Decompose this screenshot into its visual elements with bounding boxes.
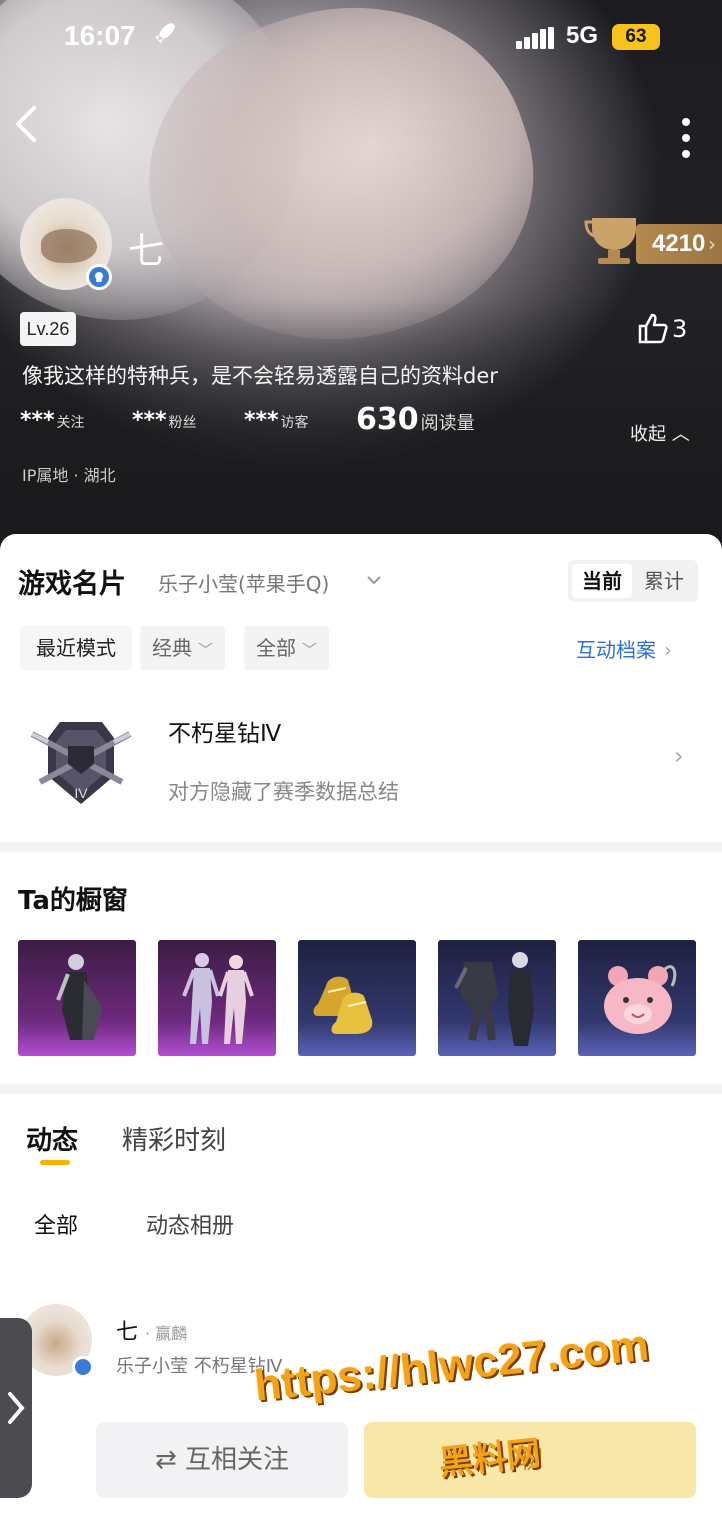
stat-value: 630 xyxy=(356,402,419,437)
subtab-album[interactable]: 动态相册 xyxy=(146,1208,234,1240)
bio-text: 像我这样的特种兵，是不会轻易透露自己的资料der xyxy=(22,364,498,388)
stats-row: *** 关注 *** 粉丝 *** 访客 630 阅读量 xyxy=(0,402,722,448)
tab-highlights[interactable]: 精彩时刻 xyxy=(122,1120,226,1157)
stat-value: *** xyxy=(20,408,55,433)
qq-badge-icon xyxy=(72,1356,94,1378)
outfit-dark-icon xyxy=(56,954,102,1040)
more-dot-icon xyxy=(682,118,690,126)
like-count: 3 xyxy=(672,315,688,343)
stat-label: 访客 xyxy=(280,415,309,431)
stat-reads: 630 阅读量 xyxy=(356,402,475,437)
showcase-item[interactable] xyxy=(298,940,416,1056)
level-badge: Lv.26 xyxy=(20,312,76,346)
chevron-down-icon: ﹀ xyxy=(198,641,214,659)
stat-label: 阅读量 xyxy=(420,413,475,434)
username: 七 xyxy=(128,231,165,272)
toggle-total[interactable]: 累计 xyxy=(634,564,694,598)
stat-value: *** xyxy=(244,408,279,433)
stat-following[interactable]: *** 关注 xyxy=(20,408,85,433)
chevron-down-icon xyxy=(367,576,381,585)
more-dot-icon xyxy=(682,134,690,142)
more-options-button[interactable] xyxy=(672,116,700,160)
chevron-up-icon: ︿ xyxy=(671,424,690,445)
recent-mode-label: 最近模式 xyxy=(20,626,132,670)
gold-shoes-icon xyxy=(313,976,373,1034)
game-card: 游戏名片 乐子小莹(苹果手Q) 当前 累计 最近模式 经典 ﹀ 全部 ﹀ 互动档案 ›… xyxy=(0,534,722,842)
pink-bear-backpack-icon xyxy=(604,965,677,1034)
showcase-card: Ta的橱窗 xyxy=(0,852,722,1084)
stat-visitors[interactable]: *** 访客 xyxy=(244,408,309,433)
interaction-profile-link[interactable]: 互动档案 › xyxy=(576,634,672,663)
chevron-right-icon xyxy=(8,1392,25,1424)
back-button[interactable] xyxy=(8,104,44,144)
mode-filter-value: 经典 xyxy=(152,636,192,660)
rocket-icon xyxy=(152,20,178,52)
subtab-all[interactable]: 全部 xyxy=(34,1208,78,1240)
post-author-name: 七 xyxy=(116,1320,139,1345)
showcase-item[interactable] xyxy=(578,940,696,1056)
rank-note: 对方隐藏了赛季数据总结 xyxy=(168,780,399,804)
showcase-item[interactable] xyxy=(438,940,556,1056)
network-type: 5G xyxy=(566,22,599,49)
tab-activity[interactable]: 动态 xyxy=(26,1120,78,1157)
showcase-title: Ta的橱窗 xyxy=(18,886,128,916)
trophy-icon[interactable] xyxy=(584,212,644,266)
rank-name: 不朽星钻Ⅳ xyxy=(168,721,282,747)
status-time: 16:07 xyxy=(64,20,136,51)
interaction-profile-label: 互动档案 xyxy=(576,638,656,662)
svg-text:IV: IV xyxy=(74,785,88,801)
signal-icon xyxy=(516,27,554,49)
game-card-title: 游戏名片 xyxy=(18,569,126,600)
stat-label: 关注 xyxy=(56,415,85,431)
toggle-current[interactable]: 当前 xyxy=(572,564,632,598)
active-tab-indicator xyxy=(40,1160,70,1165)
chevron-right-icon: › xyxy=(708,232,716,256)
avatar-image xyxy=(41,229,97,263)
stat-fans[interactable]: *** 粉丝 xyxy=(132,408,197,433)
profile-header: 16:07 5G 63 七 4210 › Lv.26 3 像我这样的特种兵，是不… xyxy=(0,0,722,560)
account-selector[interactable]: 乐子小莹(苹果手Q) xyxy=(158,568,329,597)
chevron-left-icon xyxy=(16,106,36,142)
ip-location: IP属地 · 湖北 xyxy=(22,466,116,485)
status-bar: 16:07 5G 63 xyxy=(0,0,722,76)
mutual-follow-button[interactable]: ⇄ 互相关注 xyxy=(96,1422,348,1498)
stat-label: 粉丝 xyxy=(168,415,197,431)
stats-period-toggle: 当前 累计 xyxy=(568,560,698,602)
qq-badge-icon xyxy=(86,264,112,290)
showcase-item[interactable] xyxy=(158,940,276,1056)
side-drawer-handle[interactable] xyxy=(0,1318,32,1498)
scope-filter-dropdown[interactable]: 全部 ﹀ xyxy=(244,626,330,670)
outfit-pair-icon xyxy=(182,953,254,1044)
like-button[interactable]: 3 xyxy=(638,312,687,346)
battery-indicator: 63 xyxy=(612,24,660,50)
collapse-button[interactable]: 收起 ︿ xyxy=(630,420,690,446)
armor-set-icon xyxy=(454,952,534,1046)
chevron-right-icon[interactable]: › xyxy=(674,742,684,770)
showcase-item[interactable] xyxy=(18,940,136,1056)
collapse-label: 收起 xyxy=(630,424,666,445)
more-dot-icon xyxy=(682,150,690,158)
scope-filter-value: 全部 xyxy=(256,636,296,660)
chevron-down-icon: ﹀ xyxy=(302,641,318,659)
rank-emblem-icon: IV xyxy=(26,712,136,812)
post-author-sub: · 赢麟 xyxy=(145,1324,188,1343)
thumbs-up-icon xyxy=(638,313,668,344)
mode-filter-dropdown[interactable]: 经典 ﹀ xyxy=(140,626,226,670)
post-author: 七 · 赢麟 xyxy=(116,1314,187,1346)
stat-value: *** xyxy=(132,408,167,433)
chevron-right-icon: › xyxy=(664,638,672,662)
